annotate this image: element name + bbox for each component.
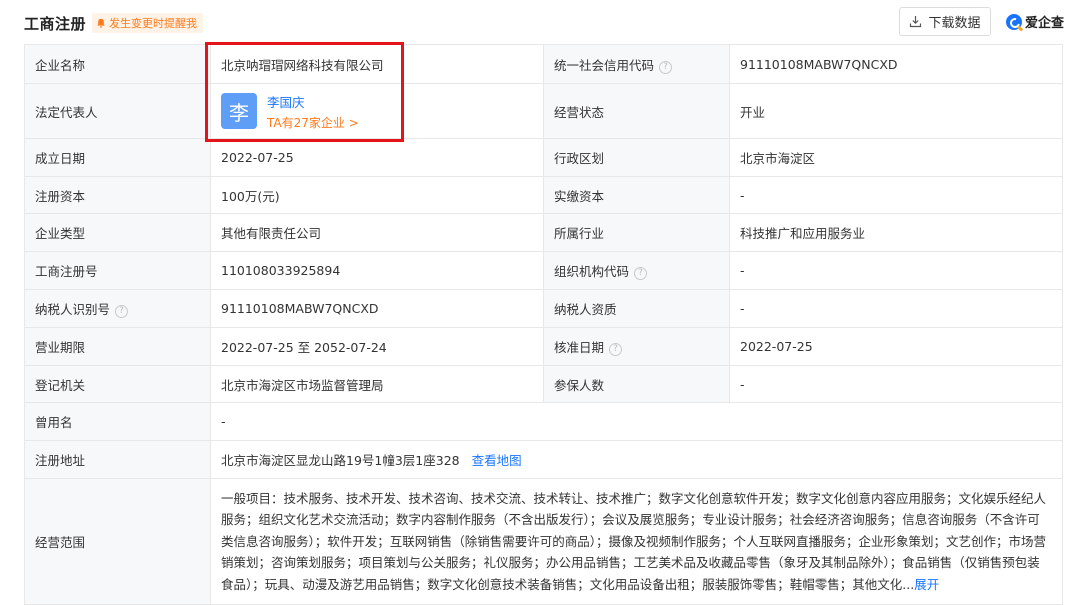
bell-icon (97, 18, 105, 28)
help-icon[interactable]: ? (634, 267, 648, 280)
registered-capital-value: 100万(元) (210, 176, 544, 214)
section-title: 工商注册 (24, 15, 87, 33)
download-data-button[interactable]: 下载数据 (899, 7, 991, 36)
brand-logo: 爱企查 (1006, 12, 1065, 32)
help-icon[interactable]: ? (115, 305, 129, 318)
address-value: 北京市海淀区显龙山路19号1幢3层1座328 查看地图 (210, 440, 1063, 479)
table-row: 成立日期 2022-07-25 行政区划 北京市海淀区 (24, 138, 1063, 177)
section-header: 工商注册 发生变更时提醒我 下载数据 爱企查 (0, 0, 1080, 44)
table-row: 曾用名 - (24, 402, 1063, 441)
org-code-label: 组织机构代码? (543, 251, 730, 290)
expand-button[interactable]: 展开 (914, 577, 939, 592)
credit-code-value: 91110108MABW7QNCXD (729, 44, 1063, 84)
company-type-value: 其他有限责任公司 (210, 213, 544, 252)
legal-rep-label: 法定代表人 (24, 83, 211, 139)
address-label: 注册地址 (24, 440, 211, 479)
org-code-value: - (729, 251, 1063, 290)
taxpayer-id-label: 纳税人识别号? (24, 289, 211, 328)
admin-division-label: 行政区划 (543, 138, 730, 177)
taxpayer-qualification-value: - (729, 289, 1063, 328)
brand-name: 爱企查 (1025, 16, 1065, 31)
registration-number-value: 110108033925894 (210, 251, 544, 290)
download-icon (910, 16, 922, 28)
table-row: 营业期限 2022-07-25 至 2052-07-24 核准日期? 2022-… (24, 327, 1063, 366)
table-row: 登记机关 北京市海淀区市场监督管理局 参保人数 - (24, 365, 1063, 403)
registration-number-label: 工商注册号 (24, 251, 211, 290)
business-registration-table: 企业名称 北京呐瑁瑁网络科技有限公司 统一社会信用代码? 91110108MAB… (24, 44, 1063, 605)
address-text: 北京市海淀区显龙山路19号1幢3层1座328 (221, 453, 460, 468)
registered-capital-label: 注册资本 (24, 176, 211, 214)
change-alert-button[interactable]: 发生变更时提醒我 (92, 13, 203, 33)
approval-date-value: 2022-07-25 (729, 327, 1063, 366)
company-name-label: 企业名称 (24, 44, 211, 84)
business-term-value: 2022-07-25 至 2052-07-24 (210, 327, 544, 366)
business-status-label: 经营状态 (543, 83, 730, 139)
paid-capital-value: - (729, 176, 1063, 214)
taxpayer-id-value: 91110108MABW7QNCXD (210, 289, 544, 328)
business-status-value: 开业 (729, 83, 1063, 139)
established-date-label: 成立日期 (24, 138, 211, 177)
table-row: 经营范围 一般项目：技术服务、技术开发、技术咨询、技术交流、技术转让、技术推广；… (24, 478, 1063, 605)
credit-code-label: 统一社会信用代码? (543, 44, 730, 84)
table-row: 纳税人识别号? 91110108MABW7QNCXD 纳税人资质 - (24, 289, 1063, 328)
scope-ellipsis: ... (902, 576, 915, 592)
legal-rep-value: 李 李国庆 TA有27家企业 > (210, 83, 544, 139)
approval-date-label: 核准日期? (543, 327, 730, 366)
paid-capital-label: 实缴资本 (543, 176, 730, 214)
former-name-value: - (210, 402, 1063, 441)
company-type-label: 企业类型 (24, 213, 211, 252)
insured-count-label: 参保人数 (543, 365, 730, 403)
insured-count-value: - (729, 365, 1063, 403)
change-alert-label: 发生变更时提醒我 (109, 17, 197, 30)
legal-rep-companies-link[interactable]: TA有27家企业 > (267, 114, 359, 131)
admin-division-value: 北京市海淀区 (729, 138, 1063, 177)
industry-label: 所属行业 (543, 213, 730, 252)
view-map-link[interactable]: 查看地图 (472, 453, 522, 468)
company-name-value: 北京呐瑁瑁网络科技有限公司 (210, 44, 544, 84)
avatar[interactable]: 李 (221, 93, 257, 129)
registration-authority-value: 北京市海淀区市场监督管理局 (210, 365, 544, 403)
help-icon[interactable]: ? (659, 60, 673, 74)
business-scope-value: 一般项目：技术服务、技术开发、技术咨询、技术交流、技术转让、技术推广；数字文化创… (210, 478, 1063, 605)
registration-authority-label: 登记机关 (24, 365, 211, 403)
established-date-value: 2022-07-25 (210, 138, 544, 177)
download-data-label: 下载数据 (928, 16, 981, 31)
table-row: 注册地址 北京市海淀区显龙山路19号1幢3层1座328 查看地图 (24, 440, 1063, 479)
legal-rep-name-link[interactable]: 李国庆 (267, 92, 359, 111)
table-row: 法定代表人 李 李国庆 TA有27家企业 > 经营状态 开业 (24, 83, 1063, 139)
business-term-label: 营业期限 (24, 327, 211, 366)
table-row: 企业名称 北京呐瑁瑁网络科技有限公司 统一社会信用代码? 91110108MAB… (24, 44, 1063, 84)
taxpayer-qualification-label: 纳税人资质 (543, 289, 730, 328)
industry-value: 科技推广和应用服务业 (729, 213, 1063, 252)
former-name-label: 曾用名 (24, 402, 211, 441)
table-row: 企业类型 其他有限责任公司 所属行业 科技推广和应用服务业 (24, 213, 1063, 252)
table-row: 注册资本 100万(元) 实缴资本 - (24, 176, 1063, 214)
table-row: 工商注册号 110108033925894 组织机构代码? - (24, 251, 1063, 290)
help-icon[interactable]: ? (609, 343, 623, 356)
business-scope-label: 经营范围 (24, 478, 211, 605)
aiqicha-logo-icon (1006, 13, 1024, 32)
